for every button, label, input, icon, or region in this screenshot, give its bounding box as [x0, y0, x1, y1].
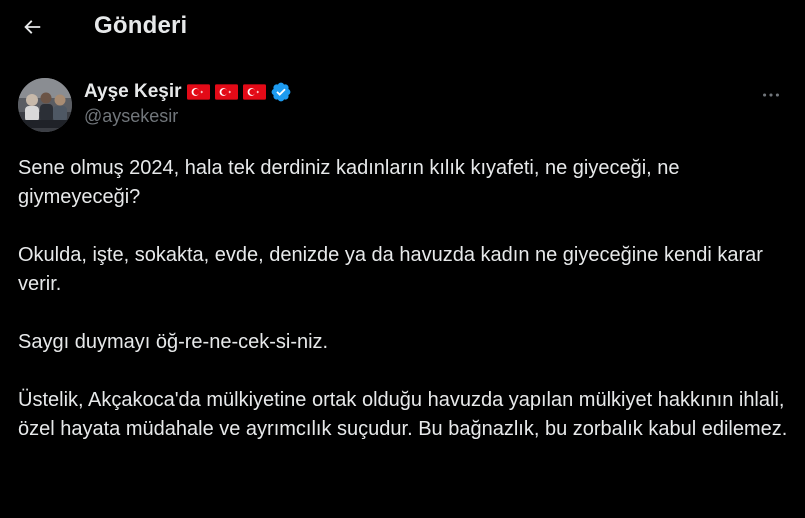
turkey-flag-icon: [186, 84, 210, 100]
back-button[interactable]: [12, 7, 52, 47]
arrow-left-icon: [24, 20, 41, 34]
tweet-paragraph: Saygı duymayı öğ-re-ne-cek-si-niz.: [18, 331, 329, 353]
tweet-paragraph: Okulda, işte, sokakta, evde, denizde ya …: [18, 244, 763, 295]
tweet-text: Sene olmuş 2024, hala tek derdiniz kadın…: [18, 154, 793, 444]
author-handle[interactable]: @aysekesir: [84, 106, 292, 127]
page-header: Gönderi: [0, 0, 805, 53]
page-title: Gönderi: [94, 12, 188, 39]
turkey-flag-icon: [214, 84, 238, 100]
more-options-button[interactable]: [754, 80, 788, 110]
author-display-name[interactable]: Ayşe Keşir: [84, 81, 182, 103]
tweet-paragraph: Üstelik, Akçakoca'da mülkiyetine ortak o…: [18, 389, 788, 440]
more-horizontal-icon: [763, 93, 779, 97]
tweet-paragraph: Sene olmuş 2024, hala tek derdiniz kadın…: [18, 157, 680, 208]
tweet-author: Ayşe Keşir @aysekesir: [18, 78, 788, 134]
author-name-line: Ayşe Keşir: [84, 80, 292, 104]
verified-badge-icon[interactable]: [270, 81, 292, 103]
avatar-photo: [18, 78, 72, 132]
author-info: Ayşe Keşir @aysekesir: [84, 80, 292, 127]
turkey-flag-icon: [242, 84, 266, 100]
avatar[interactable]: [18, 78, 72, 132]
